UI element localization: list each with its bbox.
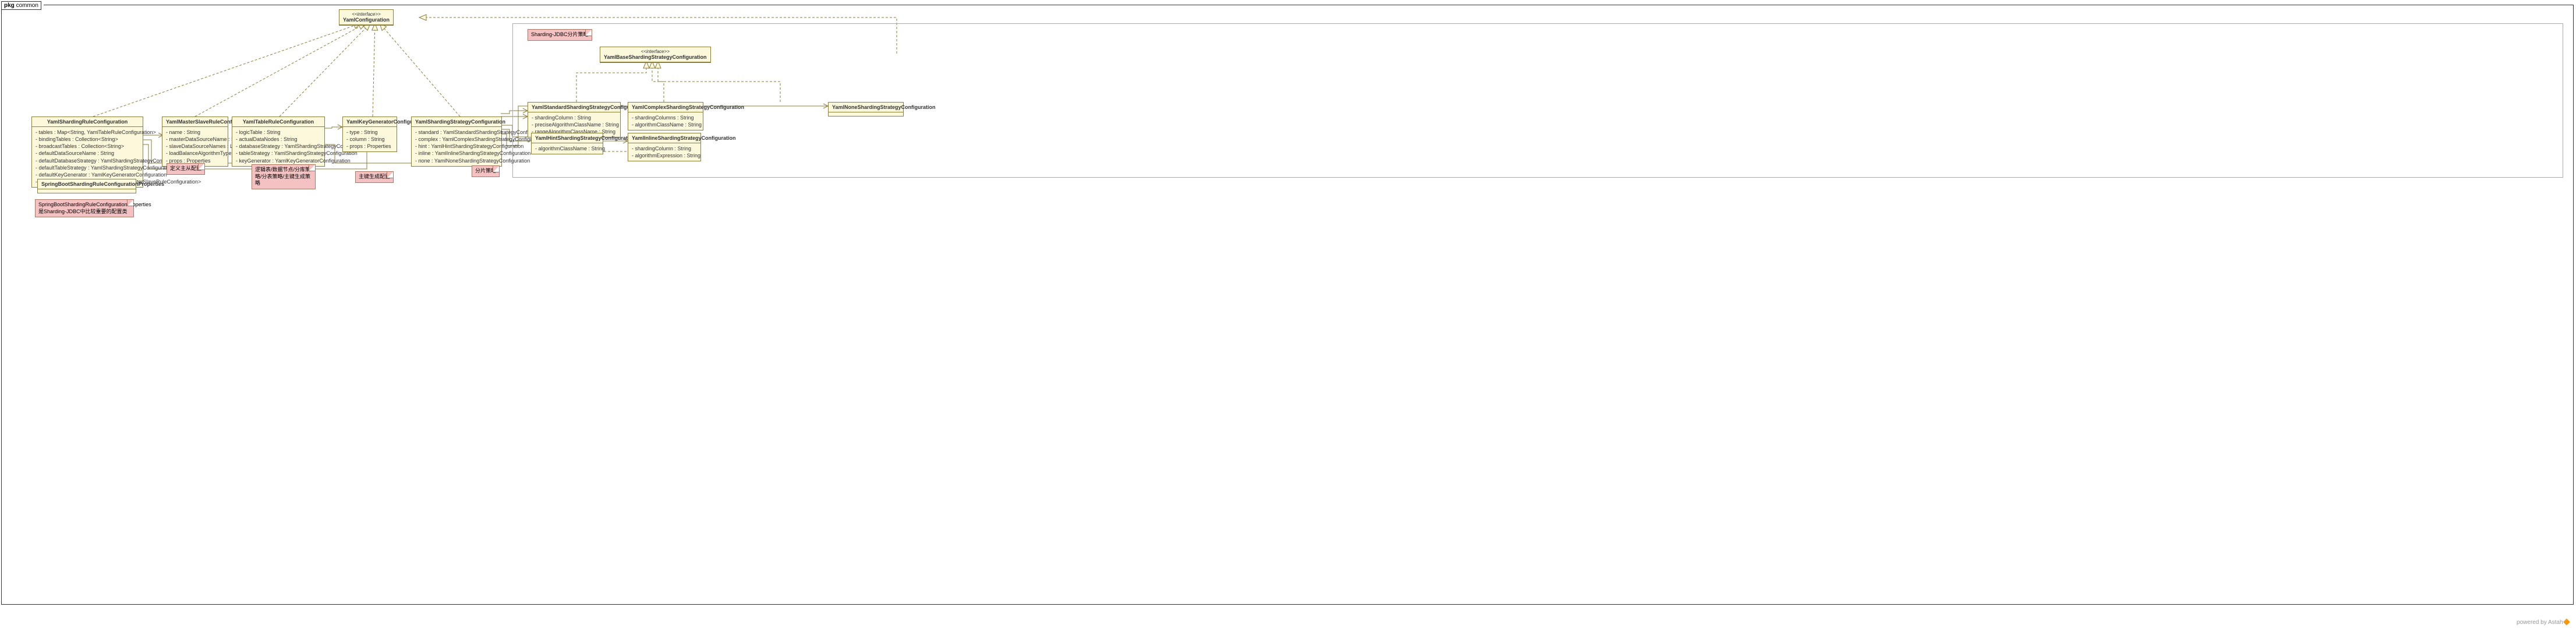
class-master-slave: YamlMasterSlaveRuleConfiguration - name … [162,117,228,167]
fields: - name : String - masterDataSourceName :… [162,127,228,166]
note-strategy: 分片策略 [472,165,500,177]
fields: - shardingColumns : String - algorithmCl… [628,112,703,130]
class-sharding-strategy: YamlShardingStrategyConfiguration - stan… [411,117,502,167]
class-name: YamlShardingStrategyConfiguration [415,119,505,125]
fields: - algorithmClassName : String [532,143,603,154]
fields: - logicTable : String - actualDataNodes … [232,127,324,166]
stereotype: <<interface>> [604,49,707,54]
class-name: YamlBaseShardingStrategyConfiguration [604,54,707,60]
fields: - type : String - column : String - prop… [343,127,397,151]
class-name: YamlComplexShardingStrategyConfiguration [632,104,744,110]
class-springboot-props: SpringBootShardingRuleConfigurationPrope… [37,179,136,193]
stereotype: <<interface>> [343,12,390,17]
footer-credit: powered by Astah🔶 [2517,619,2570,626]
class-base-strategy: <<interface>>YamlBaseShardingStrategyCon… [600,47,711,63]
note-keygen: 主键生成配置 [355,171,394,183]
class-name: YamlInlineShardingStrategyConfiguration [632,135,736,141]
note-masterslave: 定义主从配置 [167,163,205,175]
class-inline-strategy: YamlInlineShardingStrategyConfiguration … [628,133,701,161]
strategy-group-box [512,23,2563,178]
class-name: YamlShardingRuleConfiguration [47,119,128,125]
class-name: SpringBootShardingRuleConfigurationPrope… [41,181,164,187]
note-springboot: SpringBootShardingRuleConfigurationPrope… [35,199,134,217]
fields: - standard : YamlStandardShardingStrateg… [412,127,501,166]
class-hint-strategy: YamlHintShardingStrategyConfiguration - … [531,133,603,154]
class-complex-strategy: YamlComplexShardingStrategyConfiguration… [628,102,703,130]
class-name: YamlHintShardingStrategyConfiguration [535,135,636,141]
class-none-strategy: YamlNoneShardingStrategyConfiguration [828,102,904,117]
class-key-generator: YamlKeyGeneratorConfiguration - type : S… [342,117,397,152]
note-strategy-group: Sharding-JDBC分片策略 [528,29,592,41]
class-name: YamlTableRuleConfiguration [243,119,314,125]
class-table-rule: YamlTableRuleConfiguration - logicTable … [232,117,325,167]
fields: - shardingColumn : String - algorithmExp… [628,143,700,161]
class-name: YamlConfiguration [343,17,390,23]
note-tablerule: 逻辑表/数据节点/分库策略/分表策略/主键生成策略 [252,164,316,189]
class-sharding-rule: YamlShardingRuleConfiguration - tables :… [31,117,143,188]
fields: - tables : Map<String, YamlTableRuleConf… [32,127,143,187]
class-name: YamlNoneShardingStrategyConfiguration [832,104,936,110]
class-yamlconfiguration: <<interface>>YamlConfiguration [339,9,394,26]
